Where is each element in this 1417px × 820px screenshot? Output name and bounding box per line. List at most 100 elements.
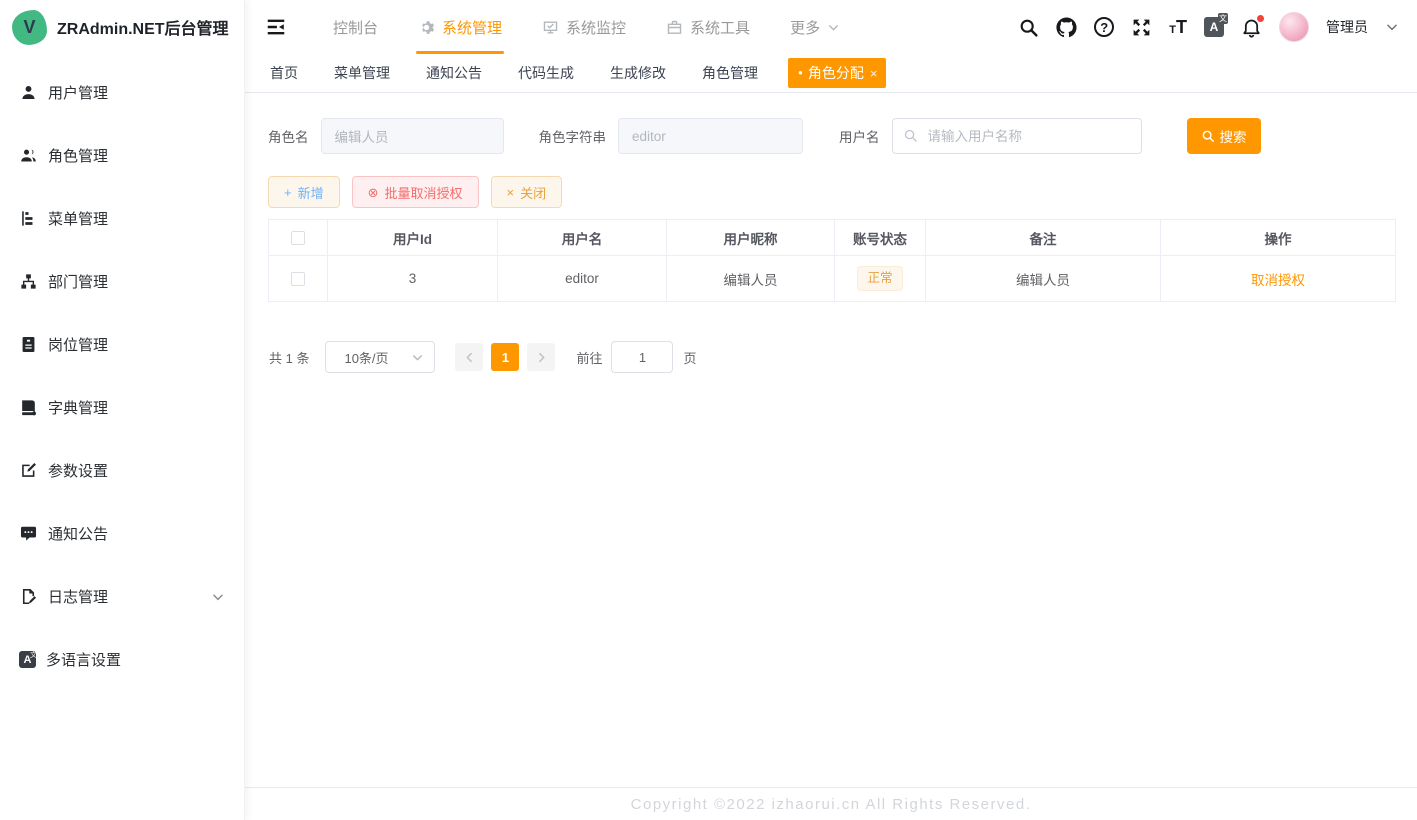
sidebar-item-label: 日志管理	[48, 586, 108, 607]
search-button[interactable]: 搜索	[1187, 118, 1261, 154]
role-name-group: 角色名	[268, 118, 539, 154]
translate-icon[interactable]: A文	[1204, 17, 1224, 37]
footer: Copyright ©2022 izhaorui.cn All Rights R…	[245, 787, 1417, 820]
collapse-sidebar-icon[interactable]	[265, 16, 287, 38]
current-page-button[interactable]: 1	[491, 343, 519, 371]
notification-badge	[1257, 15, 1264, 22]
sidebar-item-dict-mgmt[interactable]: 字典管理	[0, 376, 244, 439]
role-name-label: 角色名	[268, 126, 309, 146]
sidebar-item-post-mgmt[interactable]: 岗位管理	[0, 313, 244, 376]
app-title: ZRAdmin.NET后台管理	[57, 15, 229, 39]
add-button[interactable]: + 新增	[268, 176, 340, 208]
sidebar-item-language-settings[interactable]: A文 多语言设置	[0, 628, 244, 691]
dictionary-icon	[19, 398, 38, 417]
logo-row[interactable]: V ZRAdmin.NET后台管理	[0, 0, 244, 54]
sidebar-item-label: 通知公告	[48, 523, 108, 544]
page-size-select[interactable]: 10条/页	[325, 341, 435, 373]
username-input[interactable]	[892, 118, 1142, 154]
tab-notice[interactable]: 通知公告	[426, 63, 482, 83]
help-icon-glyph: ?	[1100, 20, 1108, 35]
nav-item-system-tools[interactable]: 系统工具	[646, 0, 770, 54]
top-nav: 控制台 系统管理 系统监控 系统工具 更多	[313, 0, 860, 54]
next-page-button[interactable]	[527, 343, 555, 371]
translate-icon-wen: 文	[1218, 13, 1228, 24]
page-size-value: 10条/页	[344, 348, 388, 367]
chevron-left-icon	[463, 351, 476, 364]
row-checkbox[interactable]	[291, 272, 305, 286]
username-input-wrap	[892, 118, 1142, 154]
main-area: 控制台 系统管理 系统监控 系统工具 更多 ? TT	[245, 0, 1417, 820]
sidebar-menu: 用户管理 角色管理 菜单管理 部门管理 岗位管理 字典管理 参数设置 通知公告	[0, 54, 244, 691]
nav-item-label: 系统监控	[566, 17, 626, 38]
col-header-user-id: 用户Id	[328, 220, 498, 256]
help-icon[interactable]: ?	[1094, 17, 1114, 37]
user-name[interactable]: 管理员	[1326, 17, 1368, 37]
font-size-icon[interactable]: TT	[1169, 18, 1187, 36]
close-icon: ×	[507, 186, 515, 199]
close-tab-icon[interactable]: ×	[870, 66, 878, 81]
prev-page-button[interactable]	[455, 343, 483, 371]
col-header-nickname: 用户昵称	[667, 220, 835, 256]
sidebar-item-label: 参数设置	[48, 460, 108, 481]
sidebar: V ZRAdmin.NET后台管理 用户管理 角色管理 菜单管理 部门管理 岗位…	[0, 0, 245, 820]
sidebar-item-param-settings[interactable]: 参数设置	[0, 439, 244, 502]
search-icon	[903, 128, 918, 143]
sidebar-item-label: 角色管理	[48, 145, 108, 166]
tab-home[interactable]: 首页	[270, 63, 298, 83]
tab-menu-mgmt[interactable]: 菜单管理	[334, 63, 390, 83]
github-icon[interactable]	[1056, 17, 1077, 38]
notifications-bell[interactable]	[1241, 17, 1262, 38]
tab-role-assign[interactable]: ● 角色分配 ×	[788, 58, 886, 88]
search-icon	[1201, 129, 1215, 143]
sidebar-item-label: 多语言设置	[46, 649, 121, 670]
cell-remark: 编辑人员	[926, 256, 1161, 302]
chevron-down-icon	[827, 21, 840, 34]
org-chart-icon	[19, 272, 38, 291]
cell-nickname: 编辑人员	[667, 256, 835, 302]
sidebar-item-notice[interactable]: 通知公告	[0, 502, 244, 565]
nav-item-label: 更多	[790, 17, 820, 38]
nav-item-console[interactable]: 控制台	[313, 0, 398, 54]
briefcase-icon	[666, 19, 683, 36]
role-key-input[interactable]	[618, 118, 803, 154]
cancel-auth-link[interactable]: 取消授权	[1251, 273, 1305, 288]
sidebar-item-user-mgmt[interactable]: 用户管理	[0, 61, 244, 124]
sidebar-item-role-mgmt[interactable]: 角色管理	[0, 124, 244, 187]
select-all-checkbox[interactable]	[291, 231, 305, 245]
nav-item-system-mgmt[interactable]: 系统管理	[398, 0, 522, 54]
gear-icon	[418, 19, 435, 36]
chevron-down-icon[interactable]	[1385, 20, 1399, 34]
search-form: 角色名 角色字符串 用户名 搜索	[268, 118, 1396, 154]
language-icon-wen: 文	[30, 650, 37, 660]
nav-item-label: 系统管理	[442, 17, 502, 38]
nav-item-more[interactable]: 更多	[770, 0, 860, 54]
role-name-input[interactable]	[321, 118, 504, 154]
user-icon	[19, 83, 38, 102]
active-tab-dot: ●	[798, 69, 803, 77]
col-header-username: 用户名	[498, 220, 667, 256]
chevron-down-icon	[211, 590, 225, 604]
tab-role-mgmt[interactable]: 角色管理	[702, 63, 758, 83]
sidebar-item-label: 部门管理	[48, 271, 108, 292]
nav-item-system-monitor[interactable]: 系统监控	[522, 0, 646, 54]
tab-gen-edit[interactable]: 生成修改	[610, 63, 666, 83]
fullscreen-icon[interactable]	[1131, 17, 1152, 38]
tag-view-bar: 首页 菜单管理 通知公告 代码生成 生成修改 角色管理 ● 角色分配 ×	[245, 54, 1417, 93]
sidebar-item-label: 岗位管理	[48, 334, 108, 355]
goto-page-input[interactable]	[611, 341, 673, 373]
font-size-small-glyph: T	[1169, 25, 1176, 36]
search-icon[interactable]	[1018, 17, 1039, 38]
batch-cancel-auth-button[interactable]: ⊗ 批量取消授权	[352, 176, 479, 208]
sidebar-item-log-mgmt[interactable]: 日志管理	[0, 565, 244, 628]
sidebar-item-menu-mgmt[interactable]: 菜单管理	[0, 187, 244, 250]
close-button[interactable]: × 关闭	[491, 176, 563, 208]
nav-item-label: 系统工具	[690, 17, 750, 38]
language-icon: A文	[19, 651, 36, 668]
sidebar-item-dept-mgmt[interactable]: 部门管理	[0, 250, 244, 313]
tab-label: 角色分配	[808, 63, 864, 83]
row-select-cell	[269, 256, 328, 302]
tab-code-gen[interactable]: 代码生成	[518, 63, 574, 83]
copyright-text: Copyright ©2022 izhaorui.cn All Rights R…	[631, 796, 1032, 813]
avatar[interactable]	[1279, 12, 1309, 42]
table-toolbar: + 新增 ⊗ 批量取消授权 × 关闭	[268, 176, 1396, 208]
